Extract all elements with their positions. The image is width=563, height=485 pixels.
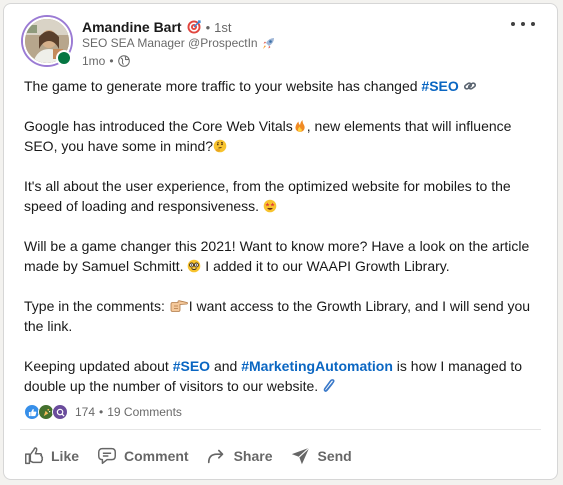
author-name[interactable]: Amandine Bart	[82, 19, 182, 35]
post-header: Amandine Bart • 1st SEO SEA Manager @Pro…	[4, 4, 557, 74]
post-paragraph-5: Type in the comments: I want access to t…	[24, 296, 544, 336]
paragraph-text: Keeping updated about	[24, 358, 173, 374]
post-time[interactable]: 1mo	[82, 54, 105, 68]
target-emoji	[187, 20, 201, 34]
author-avatar-wrap[interactable]	[23, 17, 72, 66]
share-icon	[207, 449, 223, 464]
like-label: Like	[51, 448, 80, 464]
hashtag-marketing-automation[interactable]: #MarketingAutomation	[241, 358, 393, 374]
headline-text: SEO SEA Manager @ProspectIn	[82, 36, 258, 50]
post-paragraph-6: Keeping updated about #SEO and #Marketin…	[24, 356, 544, 396]
comment-label: Comment	[124, 448, 189, 464]
share-label: Share	[233, 448, 273, 464]
connection-degree: 1st	[214, 19, 232, 35]
reaction-count[interactable]: 174	[75, 405, 95, 419]
post-paragraph-3: It's all about the user experience, from…	[24, 176, 544, 216]
fire-emoji	[293, 118, 307, 132]
author-name-row: Amandine Bart • 1st	[82, 17, 231, 37]
online-status-dot	[56, 50, 72, 66]
comments-count[interactable]: 19 Comments	[107, 405, 182, 419]
feed-post-card: Amandine Bart • 1st SEO SEA Manager @Pro…	[3, 3, 558, 480]
time-separator: •	[109, 54, 114, 68]
dot	[531, 22, 535, 26]
hashtag-seo[interactable]: #SEO	[421, 78, 458, 94]
share-button[interactable]: Share	[199, 436, 280, 476]
dot	[521, 22, 525, 26]
thinking-emoji	[213, 138, 227, 153]
post-meta: 1mo •	[82, 54, 130, 68]
pointing-right-emoji	[169, 298, 189, 312]
author-headline: SEO SEA Manager @ProspectIn	[82, 36, 275, 50]
counts-separator: •	[99, 405, 104, 419]
send-icon	[291, 447, 310, 465]
paragraph-text: The game to generate more traffic to you…	[24, 78, 422, 94]
paragraph-text: and	[210, 358, 242, 374]
paperclip-emoji	[322, 378, 336, 392]
send-button[interactable]: Send	[283, 436, 359, 476]
dot	[511, 22, 515, 26]
reactions-summary[interactable]	[24, 404, 68, 420]
paragraph-text: I added it to our WAAPI Growth Library.	[201, 258, 450, 274]
link-emoji	[463, 78, 477, 92]
hashtag-seo[interactable]: #SEO	[173, 358, 210, 374]
more-options-button[interactable]	[511, 14, 535, 34]
post-actions-bar: Like Comment Share Send	[16, 436, 362, 476]
post-paragraph-2: Google has introduced the Core Web Vital…	[24, 116, 544, 156]
post-paragraph-4: Will be a game changer this 2021! Want t…	[24, 236, 544, 276]
social-counts: 174 • 19 Comments	[24, 402, 182, 422]
rocket-emoji	[262, 37, 275, 50]
curious-reaction-icon	[52, 404, 68, 420]
paragraph-text: Google has introduced the Core Web Vital…	[24, 118, 293, 134]
comment-icon	[98, 447, 116, 465]
degree-separator: •	[205, 19, 211, 35]
like-icon	[25, 447, 44, 465]
comment-button[interactable]: Comment	[89, 436, 196, 476]
post-text: The game to generate more traffic to you…	[24, 76, 544, 396]
globe-icon	[117, 55, 130, 67]
post-paragraph-1: The game to generate more traffic to you…	[24, 76, 544, 96]
divider	[20, 429, 541, 430]
star-struck-emoji	[263, 198, 277, 213]
nerd-emoji	[187, 258, 201, 273]
like-button[interactable]: Like	[16, 436, 86, 476]
paragraph-text: Type in the comments:	[24, 298, 169, 314]
send-label: Send	[317, 448, 352, 464]
